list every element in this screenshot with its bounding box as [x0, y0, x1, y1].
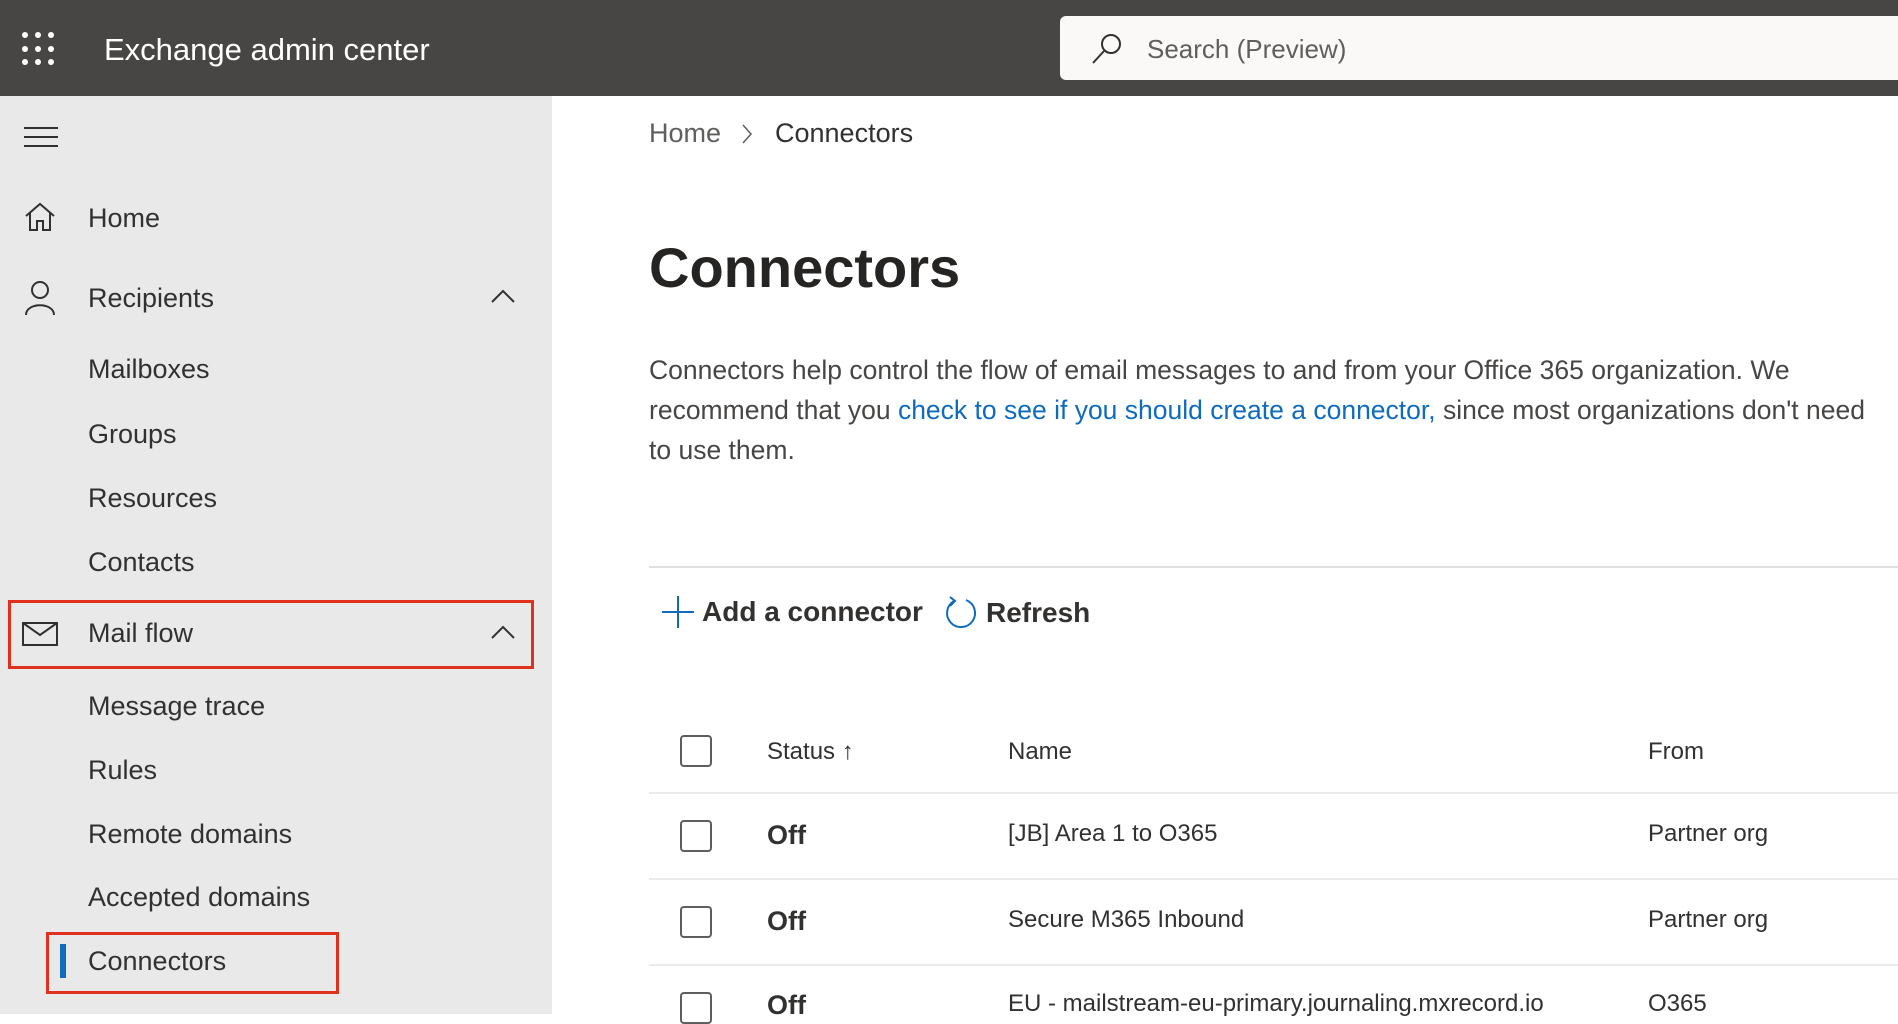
mail-icon — [22, 622, 58, 646]
sidebar-item-recipients[interactable]: Recipients — [88, 283, 214, 314]
add-connector-label: Add a connector — [702, 596, 923, 627]
sidebar-item-contacts[interactable]: Contacts — [88, 547, 195, 578]
sidebar-item-accepted-domains[interactable]: Accepted domains — [88, 882, 310, 913]
row-checkbox[interactable] — [680, 992, 712, 1024]
home-icon — [25, 202, 55, 231]
app-launcher-icon[interactable] — [22, 32, 56, 66]
sidebar-item-message-trace[interactable]: Message trace — [88, 691, 265, 722]
chevron-up-icon[interactable] — [490, 288, 516, 304]
person-icon — [25, 281, 55, 316]
sidebar-item-groups[interactable]: Groups — [88, 419, 177, 450]
sidebar-item-mailboxes[interactable]: Mailboxes — [88, 354, 210, 385]
sidebar-item-resources[interactable]: Resources — [88, 483, 217, 514]
column-header-from[interactable]: From — [1648, 738, 1704, 766]
selected-indicator — [60, 944, 66, 978]
sidebar-item-mail-flow[interactable]: Mail flow — [88, 618, 193, 649]
row-status: Off — [767, 820, 806, 850]
row-name[interactable]: Secure M365 Inbound — [1008, 906, 1244, 934]
chevron-up-icon[interactable] — [490, 624, 516, 640]
row-name[interactable]: [JB] Area 1 to O365 — [1008, 820, 1217, 848]
sort-ascending-icon: ↑ — [841, 738, 854, 765]
column-header-status[interactable]: Status ↑ — [767, 738, 854, 766]
refresh-label: Refresh — [986, 597, 1091, 628]
sidebar-item-rules[interactable]: Rules — [88, 755, 157, 786]
search-placeholder: Search (Preview) — [1147, 34, 1347, 64]
top-bar: Exchange admin center Search (Preview) — [0, 0, 1898, 96]
search-icon — [1092, 34, 1121, 64]
row-divider — [649, 878, 1898, 880]
add-connector-button[interactable]: Add a connector — [662, 596, 923, 628]
create-connector-link[interactable]: check to see if you should create a conn… — [898, 395, 1436, 425]
app-title: Exchange admin center — [104, 32, 430, 67]
divider — [649, 566, 1898, 568]
page-title: Connectors — [649, 236, 961, 299]
status-header-label: Status — [767, 738, 836, 765]
row-checkbox[interactable] — [680, 906, 712, 938]
row-divider — [649, 964, 1898, 966]
breadcrumb-current: Connectors — [775, 118, 914, 148]
row-divider — [649, 792, 1898, 794]
sidebar-item-home[interactable]: Home — [88, 203, 160, 234]
breadcrumb-home[interactable]: Home — [649, 118, 721, 149]
column-header-name[interactable]: Name — [1008, 738, 1072, 766]
select-all-checkbox[interactable] — [680, 735, 712, 767]
row-from: Partner org — [1648, 906, 1769, 933]
plus-icon — [662, 596, 694, 628]
sidebar — [0, 96, 552, 1014]
row-status: Off — [767, 906, 806, 936]
sidebar-item-connectors[interactable]: Connectors — [88, 946, 226, 977]
row-from: Partner org — [1648, 820, 1769, 847]
hamburger-icon[interactable] — [24, 126, 58, 148]
row-checkbox[interactable] — [680, 820, 712, 852]
search-input[interactable]: Search (Preview) — [1060, 16, 1898, 80]
chevron-right-icon — [742, 124, 753, 144]
page-description: Connectors help control the flow of emai… — [649, 350, 1889, 470]
sidebar-item-remote-domains[interactable]: Remote domains — [88, 819, 292, 850]
highlight-mail-flow — [8, 600, 534, 669]
row-status: Off — [767, 990, 806, 1020]
refresh-button[interactable]: Refresh — [944, 596, 1090, 630]
refresh-icon — [946, 596, 976, 629]
